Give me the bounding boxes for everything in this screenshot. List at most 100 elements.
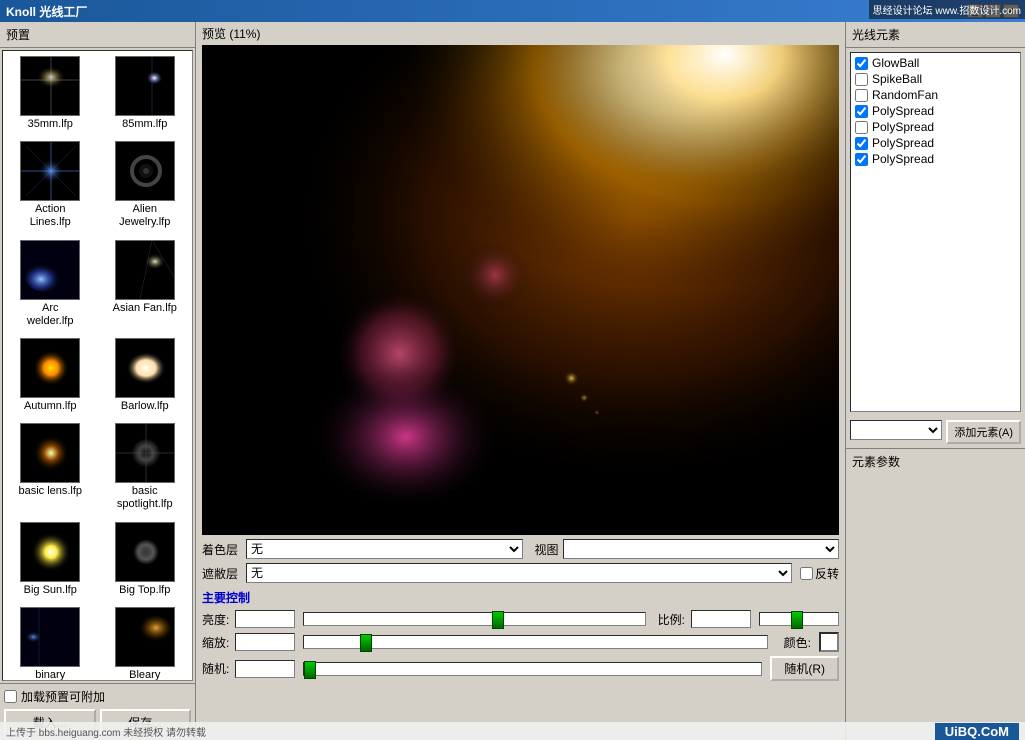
- barlow-icon: [116, 338, 174, 398]
- preset-item-35mm[interactable]: 35mm.lfp: [3, 51, 98, 136]
- preset-thumb-big-top: [115, 522, 175, 582]
- preset-label-action: ActionLines.lfp: [30, 203, 71, 229]
- color-layer-select[interactable]: 无: [246, 539, 523, 559]
- element-checkbox-polyspread3[interactable]: [855, 137, 868, 150]
- element-item-randomfan[interactable]: RandomFan: [853, 87, 1018, 103]
- preset-item-basic-lens[interactable]: basic lens.lfp: [3, 418, 98, 516]
- color-label: 颜色:: [784, 634, 811, 651]
- element-checkbox-randomfan[interactable]: [855, 89, 868, 102]
- element-label-polyspread2: PolySpread: [872, 120, 934, 134]
- reverse-row: 反转: [800, 565, 839, 582]
- preset-item-barlow[interactable]: Barlow.lfp: [98, 333, 193, 418]
- autumn-icon: [21, 338, 79, 398]
- preset-item-bleary[interactable]: BlearyTraffic.lfp: [98, 602, 193, 681]
- preset-thumb-asian: [115, 240, 175, 300]
- preset-label-binary: binarysystem.lfp: [25, 669, 75, 681]
- lens-flare-icon-85mm: [116, 56, 174, 116]
- preset-item-big-sun[interactable]: Big Sun.lfp: [3, 517, 98, 602]
- load-preset-row: 加载预置可附加: [4, 688, 191, 705]
- add-element-button[interactable]: 添加元素(A): [946, 420, 1021, 444]
- lens-flare-icon-35mm: [21, 56, 79, 116]
- random-button[interactable]: 随机(R): [770, 656, 839, 681]
- asian-fan-icon: [116, 240, 174, 300]
- mask-layer-select[interactable]: 无: [246, 563, 792, 583]
- brightness-row: 亮度: 130.24 比例: 1.00: [202, 610, 839, 628]
- random-input[interactable]: 0: [235, 660, 295, 678]
- preset-thumb-big-sun: [20, 522, 80, 582]
- shrink-label: 缩放:: [202, 634, 229, 651]
- brightness-thumb[interactable]: [492, 611, 504, 629]
- left-panel: 预置: [0, 22, 196, 740]
- preset-thumb-arc: [20, 240, 80, 300]
- shrink-input[interactable]: 0.11: [235, 633, 295, 651]
- element-item-polyspread3[interactable]: PolySpread: [853, 135, 1018, 151]
- element-checkbox-glowball[interactable]: [855, 57, 868, 70]
- big-top-icon: [116, 522, 174, 582]
- random-slider[interactable]: [303, 662, 762, 676]
- right-panel: 光线元素 GlowBall SpikeBall RandomFan PolySp…: [845, 22, 1025, 740]
- preset-grid-container[interactable]: 35mm.lfp: [2, 50, 193, 681]
- random-thumb[interactable]: [304, 661, 316, 679]
- main-layout: 预置: [0, 22, 1025, 740]
- preset-thumb-binary: [20, 607, 80, 667]
- preset-item-85mm[interactable]: 85mm.lfp: [98, 51, 193, 136]
- elements-list: GlowBall SpikeBall RandomFan PolySpread …: [850, 52, 1021, 412]
- preset-thumb-action: [20, 141, 80, 201]
- element-label-randomfan: RandomFan: [872, 88, 938, 102]
- preset-item-basic-spot[interactable]: basicspotlight.lfp: [98, 418, 193, 516]
- element-checkbox-polyspread1[interactable]: [855, 105, 868, 118]
- preset-item-autumn[interactable]: Autumn.lfp: [3, 333, 98, 418]
- view-label: 视图: [535, 541, 559, 558]
- random-label: 随机:: [202, 660, 229, 677]
- color-layer-label: 着色层: [202, 541, 242, 558]
- preset-label-85mm: 85mm.lfp: [122, 118, 167, 131]
- preset-label-bleary: BlearyTraffic.lfp: [122, 669, 167, 681]
- element-checkbox-spikeball[interactable]: [855, 73, 868, 86]
- brightness-input[interactable]: 130.24: [235, 610, 295, 628]
- light-elements-header: 光线元素: [846, 22, 1025, 48]
- preset-item-alien[interactable]: AlienJewelry.lfp: [98, 136, 193, 234]
- brightness-slider[interactable]: [303, 612, 645, 626]
- bottom-text: 上传于 bbs.heiguang.com 未经授权 请勿转载: [6, 724, 206, 739]
- preset-item-asian[interactable]: Asian Fan.lfp: [98, 235, 193, 333]
- big-sun-icon: [21, 522, 79, 582]
- alien-jewelry-icon: [116, 141, 174, 201]
- element-item-polyspread4[interactable]: PolySpread: [853, 151, 1018, 167]
- brightness-label: 亮度:: [202, 611, 229, 628]
- element-label-spikeball: SpikeBall: [872, 72, 922, 86]
- preset-thumb-85mm: [115, 56, 175, 116]
- preset-label-35mm: 35mm.lfp: [28, 118, 73, 131]
- window-controls: 思经设计论坛 www.招数设计.com _ □ ×: [967, 4, 1019, 18]
- preset-item-action[interactable]: ActionLines.lfp: [3, 136, 98, 234]
- preview-canvas[interactable]: [202, 45, 839, 535]
- scale-input[interactable]: 1.00: [691, 610, 751, 628]
- preset-thumb-barlow: [115, 338, 175, 398]
- scale-slider[interactable]: [759, 612, 839, 626]
- element-checkbox-polyspread4[interactable]: [855, 153, 868, 166]
- action-lines-icon: [21, 141, 79, 201]
- element-item-spikeball[interactable]: SpikeBall: [853, 71, 1018, 87]
- preset-item-big-top[interactable]: Big Top.lfp: [98, 517, 193, 602]
- scale-thumb[interactable]: [791, 611, 803, 629]
- reverse-checkbox[interactable]: [800, 567, 813, 580]
- preset-thumb-alien: [115, 141, 175, 201]
- color-picker[interactable]: [819, 632, 839, 652]
- view-select[interactable]: [563, 539, 840, 559]
- shrink-slider[interactable]: [303, 635, 767, 649]
- element-item-polyspread2[interactable]: PolySpread: [853, 119, 1018, 135]
- color-layer-row: 着色层 无 视图: [202, 539, 839, 559]
- element-item-glowball[interactable]: GlowBall: [853, 55, 1018, 71]
- window-title: Knoll 光线工厂: [6, 3, 87, 20]
- shrink-thumb[interactable]: [360, 634, 372, 652]
- add-element-select[interactable]: [850, 420, 942, 440]
- preset-thumb-bleary: [115, 607, 175, 667]
- preset-item-arc[interactable]: Arcwelder.lfp: [3, 235, 98, 333]
- bottom-bar: 上传于 bbs.heiguang.com 未经授权 请勿转载 UiBQ.CoM: [0, 722, 1025, 740]
- element-item-polyspread1[interactable]: PolySpread: [853, 103, 1018, 119]
- preset-label-big-sun: Big Sun.lfp: [24, 584, 77, 597]
- basic-lens-icon: [21, 423, 79, 483]
- preset-thumb-autumn: [20, 338, 80, 398]
- element-checkbox-polyspread2[interactable]: [855, 121, 868, 134]
- load-preset-checkbox[interactable]: [4, 690, 17, 703]
- preset-item-binary[interactable]: binarysystem.lfp: [3, 602, 98, 681]
